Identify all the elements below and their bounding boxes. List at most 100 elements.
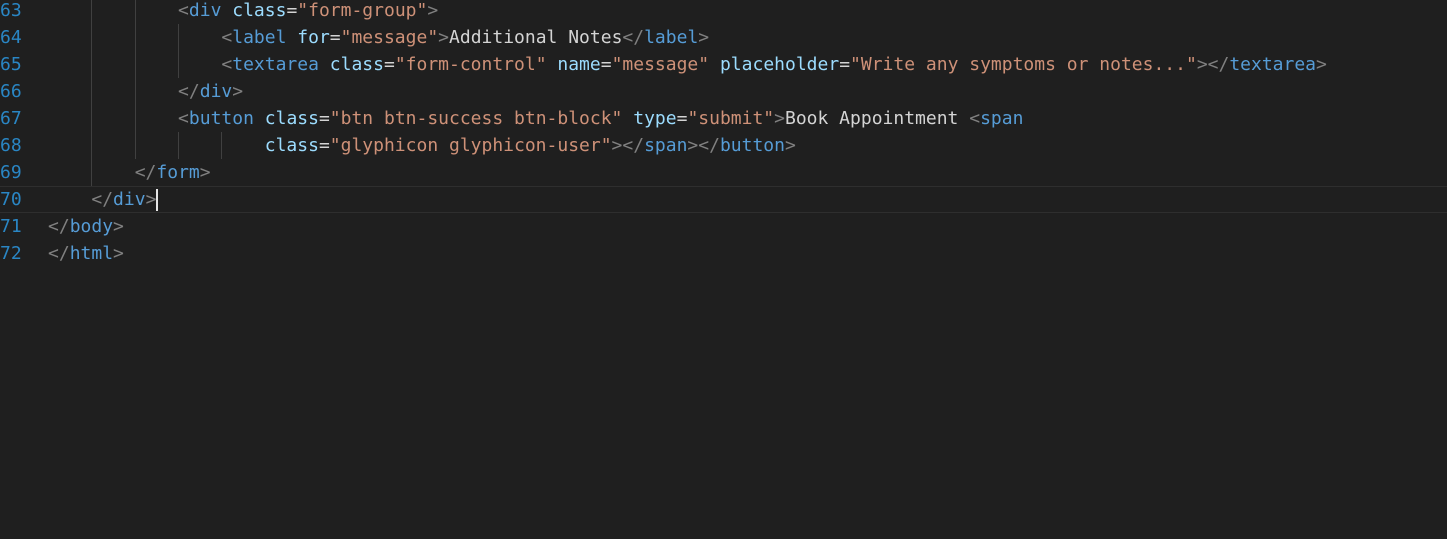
code-line[interactable]: 67 <button class="btn btn-success btn-bl… xyxy=(0,105,1447,132)
token-str: "message" xyxy=(611,54,710,75)
token-tag: div xyxy=(199,81,233,102)
token-punct: > xyxy=(113,216,124,237)
indentation xyxy=(48,27,221,48)
token-tag: textarea xyxy=(232,54,319,75)
token-punct: < xyxy=(221,27,233,48)
token-punct: </ xyxy=(622,27,645,48)
code-line[interactable]: 68 class="glyphicon glyphicon-user"></sp… xyxy=(0,132,1447,159)
token-text: = xyxy=(318,135,330,156)
token-punct: < xyxy=(969,108,981,129)
token-tag: body xyxy=(69,216,114,237)
line-number: 66 xyxy=(0,81,22,102)
token-tag: span xyxy=(644,135,688,156)
token-punct: </ xyxy=(91,189,114,210)
code-line[interactable]: 65 <textarea class="form-control" name="… xyxy=(0,51,1447,78)
token-punct: > xyxy=(438,27,450,48)
code-text[interactable]: <label for="message">Additional Notes</l… xyxy=(48,24,709,51)
token-attr: class xyxy=(264,108,319,129)
code-text[interactable]: <div class="form-group"> xyxy=(48,0,438,24)
token-str: "form-group" xyxy=(297,0,428,21)
code-text[interactable]: <button class="btn btn-success btn-block… xyxy=(48,105,1023,132)
token-punct: ></ xyxy=(1196,54,1230,75)
token-tag: html xyxy=(69,243,114,264)
token-str: "message" xyxy=(340,27,439,48)
code-text[interactable]: </body> xyxy=(48,213,124,240)
token-tag: label xyxy=(644,27,699,48)
code-line[interactable]: 71 </body> xyxy=(0,213,1447,240)
token-text: Additional Notes xyxy=(449,27,623,48)
token-punct: < xyxy=(178,108,189,129)
token-attr: class xyxy=(329,54,384,75)
token-punct: ></ xyxy=(611,135,645,156)
token-attr: for xyxy=(297,27,330,48)
code-line[interactable]: 72 </html> xyxy=(0,240,1447,267)
token-text: = xyxy=(839,54,851,75)
indentation xyxy=(48,108,178,129)
token-tag: textarea xyxy=(1229,54,1317,75)
indentation xyxy=(48,81,178,102)
token-punct: > xyxy=(232,81,244,102)
line-number: 67 xyxy=(0,108,22,129)
token-text: = xyxy=(286,0,298,21)
code-line[interactable]: 70 </div> xyxy=(0,186,1447,213)
code-editor[interactable]: 63 <div class="form-group"> 64 <label for… xyxy=(0,0,1447,539)
code-line[interactable]: 64 <label for="message">Additional Notes… xyxy=(0,24,1447,51)
token-punct: </ xyxy=(134,162,157,183)
code-text[interactable]: <textarea class="form-control" name="mes… xyxy=(48,51,1327,78)
token-tag: span xyxy=(980,108,1024,129)
token-str: "btn btn-success btn-block" xyxy=(329,108,623,129)
token-text: Book Appointment xyxy=(785,108,970,129)
code-text[interactable]: </form> xyxy=(48,159,211,186)
token-punct: < xyxy=(221,54,233,75)
token-punct: > xyxy=(1316,54,1327,75)
token-attr: name xyxy=(557,54,601,75)
token-punct: </ xyxy=(178,81,200,102)
token-text: = xyxy=(676,108,688,129)
code-text[interactable]: class="glyphicon glyphicon-user"></span>… xyxy=(48,132,796,159)
token-tag: label xyxy=(232,27,287,48)
token-str: "submit" xyxy=(687,108,775,129)
token-punct: ></ xyxy=(687,135,720,156)
text-cursor xyxy=(156,189,159,211)
indentation xyxy=(48,162,135,183)
code-text[interactable]: </html> xyxy=(48,240,124,267)
line-number: 68 xyxy=(0,135,22,156)
code-text[interactable]: </div> xyxy=(48,78,243,105)
code-line[interactable]: 66 </div> xyxy=(0,78,1447,105)
token-punct: </ xyxy=(48,216,70,237)
token-tag: div xyxy=(188,0,222,21)
token-attr: class xyxy=(264,135,319,156)
token-punct: > xyxy=(199,162,211,183)
line-number: 71 xyxy=(0,216,22,237)
token-str: "form-control" xyxy=(394,54,547,75)
token-tag: button xyxy=(719,135,785,156)
token-punct: > xyxy=(145,189,157,210)
token-punct: < xyxy=(178,0,189,21)
token-text: = xyxy=(600,54,612,75)
token-punct: > xyxy=(774,108,785,129)
indentation xyxy=(48,189,91,210)
token-tag: button xyxy=(188,108,254,129)
token-punct: > xyxy=(784,135,796,156)
line-number: 69 xyxy=(0,162,22,183)
token-punct: > xyxy=(698,27,710,48)
code-text[interactable]: </div> xyxy=(48,187,159,212)
token-text: = xyxy=(318,108,330,129)
token-punct: > xyxy=(113,243,124,264)
token-text: = xyxy=(383,54,395,75)
token-text: = xyxy=(329,27,341,48)
indentation xyxy=(48,135,265,156)
code-line[interactable]: 69 </form> xyxy=(0,159,1447,186)
code-line[interactable]: 63 <div class="form-group"> xyxy=(0,0,1447,24)
line-number: 65 xyxy=(0,54,22,75)
token-punct: </ xyxy=(48,243,70,264)
line-number: 72 xyxy=(0,243,22,264)
line-number: 64 xyxy=(0,27,22,48)
indentation xyxy=(48,54,221,75)
